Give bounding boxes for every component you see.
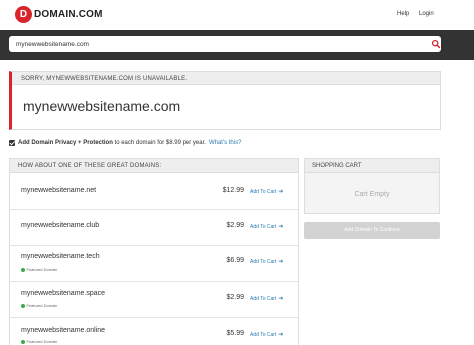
privacy-label-bold: Add Domain Privacy + Protection	[18, 140, 113, 146]
suggestions-panel: HOW ABOUT ONE OF THESE GREAT DOMAINS: my…	[9, 158, 299, 345]
arrow-right-icon: ➔	[278, 224, 284, 230]
add-domain-to-continue-button[interactable]: Add Domain To Continue	[304, 222, 440, 239]
add-to-cart-button[interactable]: Add To Cart ➔	[250, 331, 283, 338]
suggestion-row: mynewwebsitename.online $5.99 Add To Car…	[10, 318, 298, 345]
suggestion-domain: mynewwebsitename.net	[21, 187, 97, 194]
featured-badge: Featured Domain	[21, 267, 57, 272]
logo-badge-icon: D	[15, 6, 32, 23]
privacy-label-rest: to each domain for $8.99 per year.	[114, 140, 206, 146]
suggestion-price: $5.99	[226, 330, 244, 337]
add-to-cart-label: Add To Cart	[250, 332, 277, 338]
search-input[interactable]	[16, 36, 416, 52]
arrow-right-icon: ➔	[278, 296, 284, 302]
nav-help-link[interactable]: Help	[397, 11, 409, 17]
add-to-cart-label: Add To Cart	[250, 259, 277, 265]
suggestion-domain: mynewwebsitename.tech	[21, 253, 100, 260]
whats-this-link[interactable]: What's this?	[209, 140, 242, 146]
featured-dot-icon	[21, 303, 25, 308]
add-to-cart-label: Add To Cart	[250, 296, 277, 302]
add-to-cart-button[interactable]: Add To Cart ➔	[250, 295, 283, 302]
featured-label: Featured Domain	[26, 267, 58, 272]
privacy-checkbox[interactable]	[9, 140, 15, 146]
add-to-cart-button[interactable]: Add To Cart ➔	[250, 258, 283, 265]
suggestion-row: mynewwebsitename.net $12.99 Add To Cart ➔	[10, 174, 298, 210]
suggestion-row: mynewwebsitename.space $2.99 Add To Cart…	[10, 282, 298, 318]
shopping-cart-panel: SHOPPING CART Cart Empty	[304, 158, 440, 214]
unavailable-panel: SORRY, MYNEWWEBSITENAME.COM IS UNAVAILAB…	[9, 71, 441, 130]
cart-empty-message: Cart Empty	[354, 191, 390, 198]
featured-badge: Featured Domain	[21, 303, 57, 308]
suggestion-price: $2.99	[226, 222, 244, 229]
add-to-cart-label: Add To Cart	[250, 224, 277, 230]
search-icon[interactable]	[431, 39, 441, 49]
add-to-cart-button[interactable]: Add To Cart ➔	[250, 188, 283, 195]
shopping-cart-header: SHOPPING CART	[305, 159, 439, 173]
search-box	[9, 36, 441, 52]
suggestion-domain: mynewwebsitename.space	[21, 290, 106, 297]
privacy-option: Add Domain Privacy + Protection to each …	[9, 140, 241, 146]
suggestion-price: $12.99	[222, 187, 244, 194]
add-to-cart-button[interactable]: Add To Cart ➔	[250, 223, 283, 230]
unavailable-message: SORRY, MYNEWWEBSITENAME.COM IS UNAVAILAB…	[12, 72, 440, 85]
domain-logo[interactable]: D DOMAIN.COM	[15, 6, 103, 23]
nav-login-link[interactable]: Login	[419, 11, 434, 17]
suggestions-header: HOW ABOUT ONE OF THESE GREAT DOMAINS:	[10, 159, 298, 173]
suggestion-price: $2.99	[226, 294, 244, 301]
add-to-cart-label: Add To Cart	[250, 189, 277, 195]
featured-dot-icon	[21, 267, 25, 272]
unavailable-domain: mynewwebsitename.com	[23, 98, 181, 114]
search-band	[0, 30, 474, 60]
logo-text: DOMAIN.COM	[34, 9, 103, 20]
suggestion-row: mynewwebsitename.tech $6.99 Add To Cart ➔…	[10, 246, 298, 282]
suggestion-price: $6.99	[226, 257, 244, 264]
suggestion-row: mynewwebsitename.club $2.99 Add To Cart ➔	[10, 210, 298, 246]
featured-badge: Featured Domain	[21, 339, 57, 344]
top-bar: D DOMAIN.COM Help Login	[0, 0, 474, 30]
arrow-right-icon: ➔	[278, 259, 284, 265]
suggestion-domain: mynewwebsitename.club	[21, 222, 100, 229]
featured-label: Featured Domain	[26, 303, 58, 308]
suggestion-domain: mynewwebsitename.online	[21, 327, 106, 334]
arrow-right-icon: ➔	[278, 189, 284, 195]
featured-dot-icon	[21, 339, 25, 344]
featured-label: Featured Domain	[26, 339, 58, 344]
arrow-right-icon: ➔	[278, 332, 284, 338]
